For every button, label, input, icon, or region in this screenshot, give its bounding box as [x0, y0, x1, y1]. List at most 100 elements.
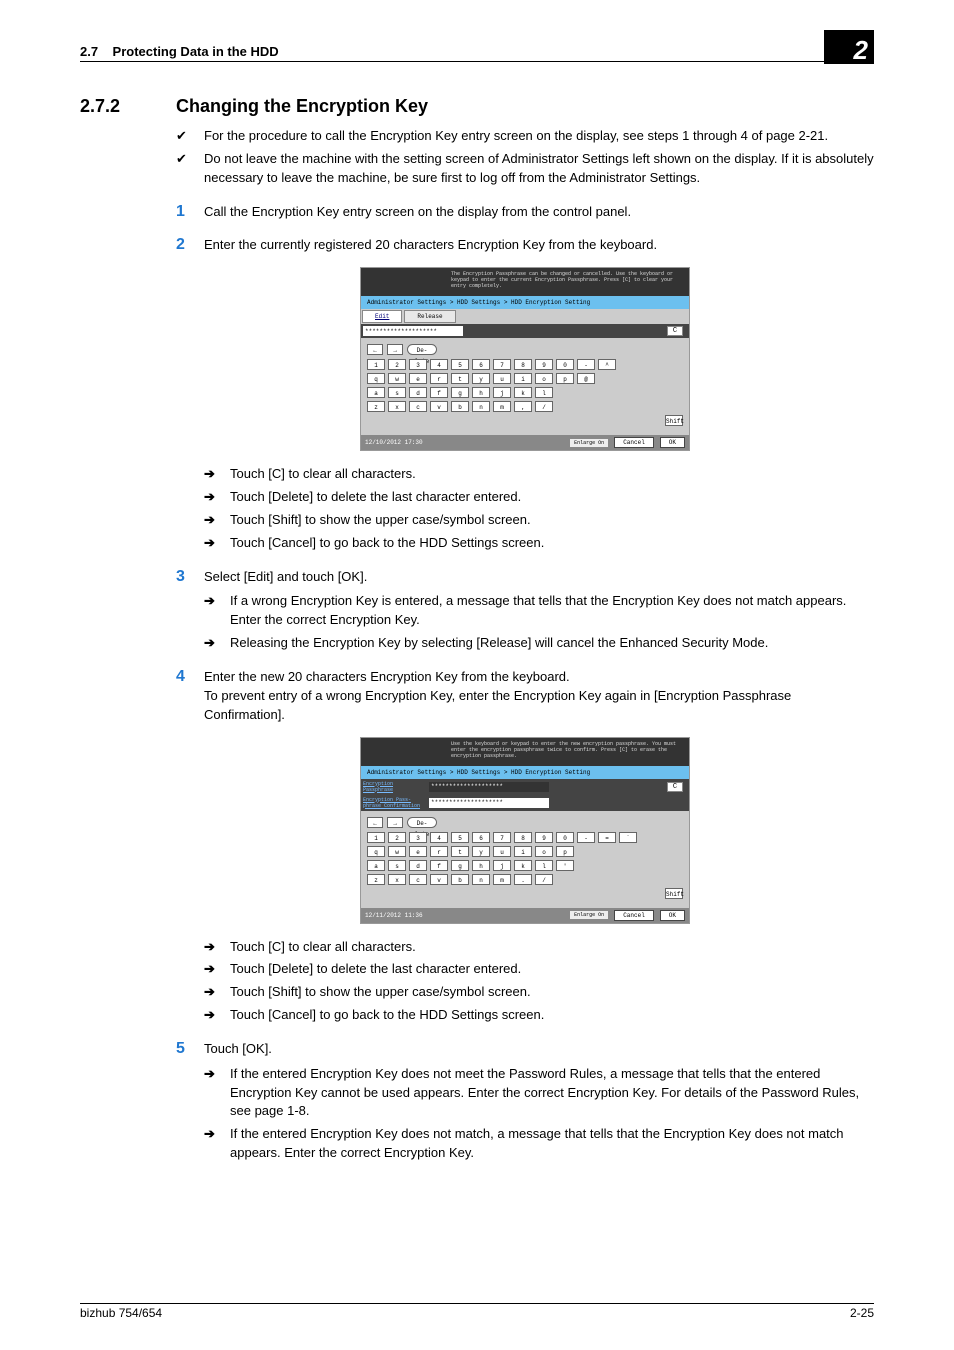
- clear-button[interactable]: C: [667, 326, 683, 336]
- arrow-left-key[interactable]: ←: [367, 344, 383, 355]
- edit-tab[interactable]: Edit: [362, 310, 402, 323]
- passphrase-confirm-label[interactable]: Encryption Pass- phrase Confirmation: [363, 797, 425, 809]
- keyboard-key[interactable]: 0: [556, 832, 574, 843]
- keyboard-key[interactable]: x: [388, 401, 406, 412]
- keyboard-key[interactable]: o: [535, 373, 553, 384]
- keyboard-key[interactable]: p: [556, 846, 574, 857]
- keyboard-key[interactable]: r: [430, 846, 448, 857]
- keyboard-key[interactable]: z: [367, 874, 385, 885]
- keyboard-key[interactable]: /: [535, 874, 553, 885]
- passphrase-label[interactable]: Encryption Passphrase: [363, 781, 425, 793]
- delete-key[interactable]: De- lete: [407, 344, 437, 355]
- keyboard-key[interactable]: ': [556, 860, 574, 871]
- keyboard-key[interactable]: 8: [514, 832, 532, 843]
- keyboard-key[interactable]: g: [451, 387, 469, 398]
- cancel-button[interactable]: Cancel: [614, 437, 654, 448]
- keyboard-key[interactable]: s: [388, 387, 406, 398]
- keyboard-key[interactable]: r: [430, 373, 448, 384]
- keyboard-key[interactable]: d: [409, 387, 427, 398]
- keyboard-key[interactable]: f: [430, 860, 448, 871]
- keyboard-key[interactable]: 4: [430, 359, 448, 370]
- keyboard-key[interactable]: 1: [367, 359, 385, 370]
- keyboard-key[interactable]: y: [472, 846, 490, 857]
- keyboard-key[interactable]: h: [472, 387, 490, 398]
- shift-key[interactable]: Shift: [665, 415, 683, 426]
- keyboard-key[interactable]: ^: [598, 359, 616, 370]
- keyboard-key[interactable]: b: [451, 874, 469, 885]
- keyboard-key[interactable]: /: [535, 401, 553, 412]
- keyboard-key[interactable]: s: [388, 860, 406, 871]
- passphrase-input[interactable]: ********************: [429, 782, 549, 792]
- keyboard-key[interactable]: o: [535, 846, 553, 857]
- keyboard-key[interactable]: 6: [472, 359, 490, 370]
- keyboard-key[interactable]: `: [619, 832, 637, 843]
- passphrase-input[interactable]: ********************: [363, 326, 463, 336]
- keyboard-key[interactable]: @: [577, 373, 595, 384]
- keyboard-key[interactable]: k: [514, 860, 532, 871]
- keyboard-key[interactable]: w: [388, 373, 406, 384]
- arrow-right-key[interactable]: →: [387, 817, 403, 828]
- keyboard-key[interactable]: d: [409, 860, 427, 871]
- keyboard-key[interactable]: n: [472, 401, 490, 412]
- keyboard-key[interactable]: b: [451, 401, 469, 412]
- keyboard-key[interactable]: -: [577, 832, 595, 843]
- keyboard-key[interactable]: 8: [514, 359, 532, 370]
- shift-key[interactable]: Shift: [665, 888, 683, 899]
- keyboard-key[interactable]: h: [472, 860, 490, 871]
- keyboard-key[interactable]: =: [598, 832, 616, 843]
- keyboard-key[interactable]: 0: [556, 359, 574, 370]
- keyboard-key[interactable]: 1: [367, 832, 385, 843]
- keyboard-key[interactable]: 3: [409, 832, 427, 843]
- keyboard-key[interactable]: -: [577, 359, 595, 370]
- keyboard-key[interactable]: l: [535, 860, 553, 871]
- keyboard-key[interactable]: u: [493, 846, 511, 857]
- keyboard-key[interactable]: j: [493, 387, 511, 398]
- keyboard-key[interactable]: a: [367, 387, 385, 398]
- keyboard-key[interactable]: v: [430, 401, 448, 412]
- enlarge-toggle[interactable]: Enlarge On: [570, 439, 608, 447]
- keyboard-key[interactable]: p: [556, 373, 574, 384]
- keyboard-key[interactable]: u: [493, 373, 511, 384]
- keyboard-key[interactable]: i: [514, 373, 532, 384]
- ok-button[interactable]: OK: [660, 437, 685, 448]
- cancel-button[interactable]: Cancel: [614, 910, 654, 921]
- keyboard-key[interactable]: t: [451, 373, 469, 384]
- keyboard-key[interactable]: k: [514, 387, 532, 398]
- keyboard-key[interactable]: 7: [493, 359, 511, 370]
- keyboard-key[interactable]: a: [367, 860, 385, 871]
- keyboard-key[interactable]: c: [409, 874, 427, 885]
- keyboard-key[interactable]: 9: [535, 832, 553, 843]
- keyboard-key[interactable]: ,: [514, 401, 532, 412]
- release-tab[interactable]: Release: [404, 310, 455, 323]
- keyboard-key[interactable]: e: [409, 846, 427, 857]
- keyboard-key[interactable]: y: [472, 373, 490, 384]
- keyboard-key[interactable]: c: [409, 401, 427, 412]
- clear-button[interactable]: C: [667, 782, 683, 792]
- keyboard-key[interactable]: j: [493, 860, 511, 871]
- keyboard-key[interactable]: 9: [535, 359, 553, 370]
- keyboard-key[interactable]: q: [367, 846, 385, 857]
- keyboard-key[interactable]: 5: [451, 359, 469, 370]
- passphrase-confirm-input[interactable]: ********************: [429, 798, 549, 808]
- keyboard-key[interactable]: f: [430, 387, 448, 398]
- keyboard-key[interactable]: m: [493, 401, 511, 412]
- keyboard-key[interactable]: 2: [388, 832, 406, 843]
- keyboard-key[interactable]: 6: [472, 832, 490, 843]
- keyboard-key[interactable]: x: [388, 874, 406, 885]
- keyboard-key[interactable]: w: [388, 846, 406, 857]
- keyboard-key[interactable]: g: [451, 860, 469, 871]
- arrow-right-key[interactable]: →: [387, 344, 403, 355]
- keyboard-key[interactable]: 5: [451, 832, 469, 843]
- keyboard-key[interactable]: z: [367, 401, 385, 412]
- keyboard-key[interactable]: q: [367, 373, 385, 384]
- keyboard-key[interactable]: t: [451, 846, 469, 857]
- keyboard-key[interactable]: n: [472, 874, 490, 885]
- enlarge-toggle[interactable]: Enlarge On: [570, 911, 608, 919]
- keyboard-key[interactable]: m: [493, 874, 511, 885]
- arrow-left-key[interactable]: ←: [367, 817, 383, 828]
- keyboard-key[interactable]: 7: [493, 832, 511, 843]
- keyboard-key[interactable]: 2: [388, 359, 406, 370]
- keyboard-key[interactable]: 3: [409, 359, 427, 370]
- keyboard-key[interactable]: e: [409, 373, 427, 384]
- keyboard-key[interactable]: l: [535, 387, 553, 398]
